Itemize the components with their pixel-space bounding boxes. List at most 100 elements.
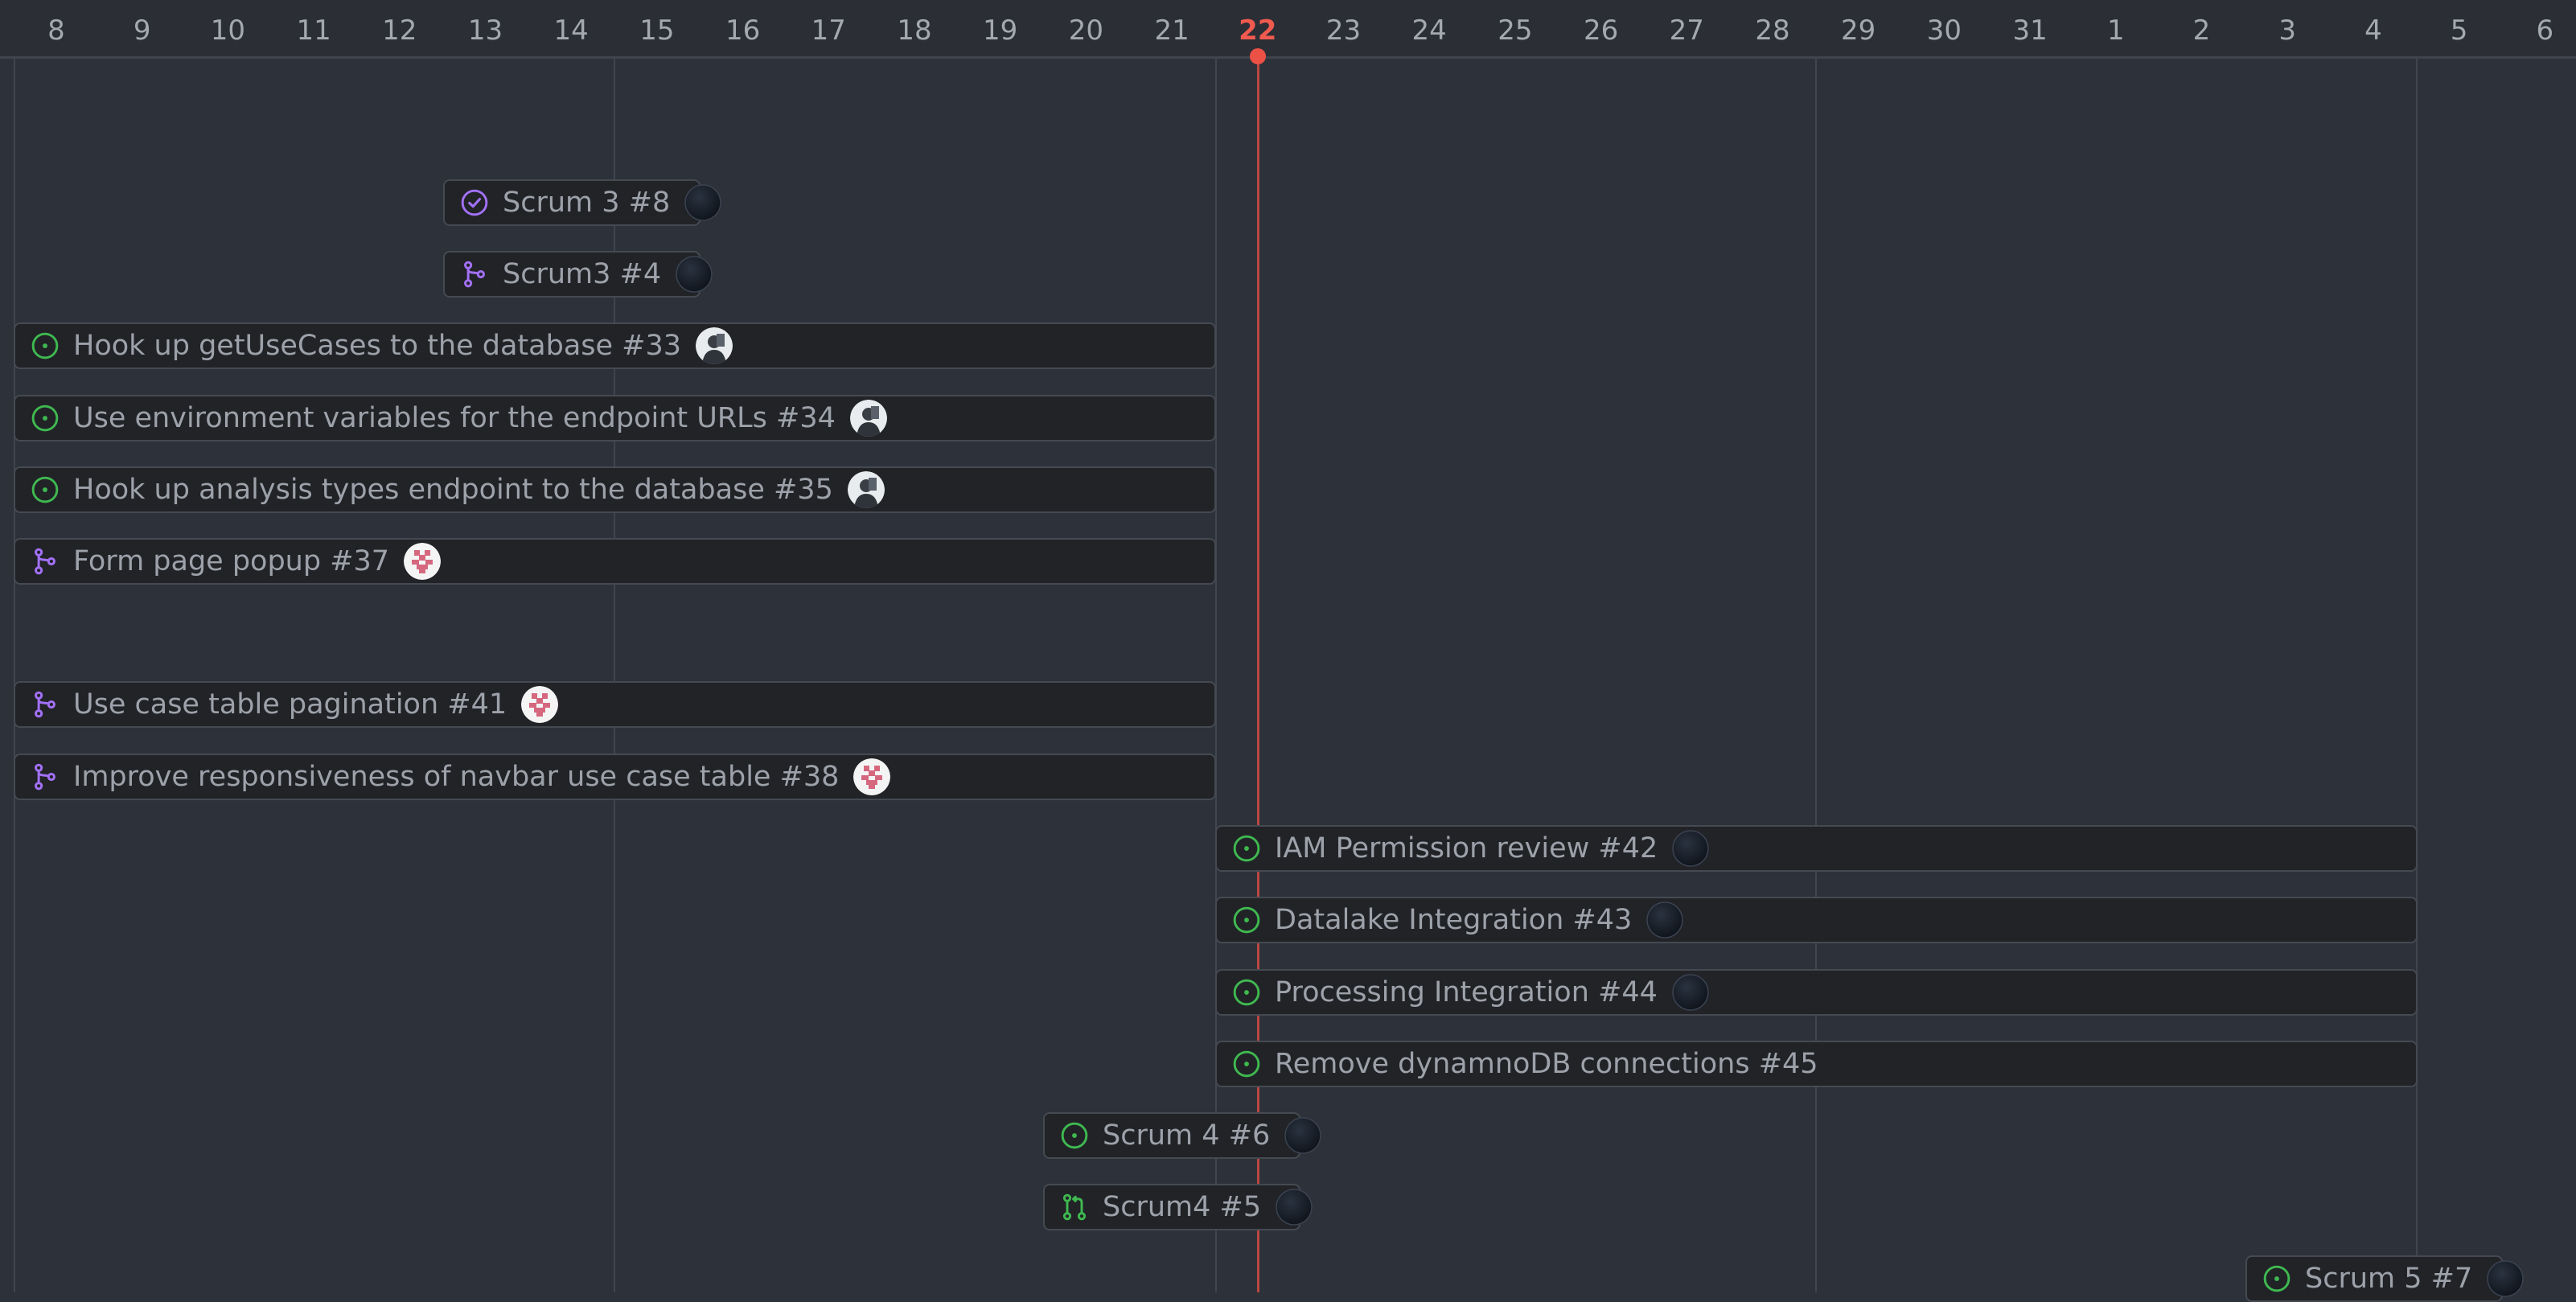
timeline-item-content: Use case table pagination #41 [30,683,559,726]
assignee-avatar[interactable] [1284,1117,1321,1154]
open-issue-icon [1059,1120,1090,1151]
assignee-avatar[interactable] [696,327,733,364]
day-label: 10 [210,14,246,47]
timeline-item[interactable]: Hook up getUseCases to the database #33 [14,322,1216,369]
timeline-item-content: Improve responsiveness of navbar use cas… [30,755,891,799]
timeline-item[interactable]: Use environment variables for the endpoi… [14,395,1216,442]
day-label: 29 [1841,14,1876,47]
assignee-avatar[interactable] [849,400,887,437]
timeline-item-title: Form page popup #37 [73,545,390,577]
day-label: 30 [1926,14,1962,47]
timeline-item-title: Hook up analysis types endpoint to the d… [73,474,833,506]
week-separator [2416,59,2418,1292]
open-issue-icon [30,474,60,505]
timeline-item-title: Scrum 5 #7 [2305,1263,2473,1295]
timeline-item-title: Scrum4 #5 [1103,1191,1262,1223]
timeline-item[interactable]: Datalake Integration #43 [1215,897,2418,943]
assignee-avatar[interactable] [521,686,559,723]
open-issue-icon [2262,1263,2292,1294]
day-label: 19 [983,14,1018,47]
day-label: 16 [725,14,761,47]
day-label: 27 [1669,14,1704,47]
pull-request-icon [1059,1192,1090,1222]
assignee-avatar[interactable] [853,758,891,795]
branch-icon [30,689,60,720]
day-label: 24 [1411,14,1447,47]
timeline-item-content: IAM Permission review #42 [1231,827,1709,870]
day-label: 1 [2106,14,2125,47]
timeline-item[interactable]: IAM Permission review #42 [1215,825,2418,872]
closed-check-icon [459,187,490,218]
day-label: 23 [1325,14,1362,47]
day-label: 28 [1755,14,1790,47]
today-marker-dot [1249,48,1266,64]
day-label: 31 [2012,14,2048,47]
day-label-today: 22 [1239,14,1277,47]
timeline-item-title: Use environment variables for the endpoi… [73,402,836,434]
day-label: 17 [811,14,846,47]
timeline-item-content: Form page popup #37 [30,540,442,583]
week-separator [14,59,15,1292]
day-label: 26 [1583,14,1619,47]
timeline-item-title: Datalake Integration #43 [1275,904,1633,936]
timeline-item[interactable]: Scrum4 #5 [1043,1184,1313,1230]
week-separator [1815,59,1817,1292]
day-label: 2 [2192,14,2211,47]
timeline-item-content: Scrum 5 #7 [2262,1257,2524,1300]
assignee-avatar[interactable] [1672,974,1709,1011]
timeline-item-content: Datalake Integration #43 [1231,898,1684,942]
assignee-avatar[interactable] [676,256,713,293]
week-separator [1215,59,1217,1292]
open-issue-icon [30,403,60,433]
day-label: 8 [47,14,65,47]
assignee-avatar[interactable] [1276,1189,1313,1226]
open-issue-icon [1231,833,1262,864]
day-label: 6 [2536,14,2554,47]
timeline-item-content: Processing Integration #44 [1231,971,1709,1014]
timeline-item-content: Hook up analysis types endpoint to the d… [30,468,885,511]
day-label: 20 [1068,14,1104,47]
assignee-avatar[interactable] [1672,830,1709,867]
timeline-item-title: Use case table pagination #41 [73,688,507,721]
timeline-item[interactable]: Improve responsiveness of navbar use cas… [14,754,1216,800]
assignee-avatar[interactable] [847,471,885,508]
timeline-item-content: Scrum 3 #8 [459,181,721,224]
branch-icon [459,259,490,290]
timeline-item[interactable]: Remove dynamnoDB connections #45 [1215,1041,2418,1087]
open-issue-icon [1231,977,1262,1008]
timeline-item-title: Improve responsiveness of navbar use cas… [73,761,840,793]
open-issue-icon [1231,1049,1262,1079]
timeline-item-content: Scrum 4 #6 [1059,1114,1321,1157]
day-label: 18 [897,14,932,47]
timeline-item[interactable]: Use case table pagination #41 [14,681,1216,728]
timeline-item[interactable]: Hook up analysis types endpoint to the d… [14,466,1216,513]
assignee-avatar[interactable] [2487,1260,2524,1297]
open-issue-icon [1231,905,1262,935]
timeline-item-title: Remove dynamnoDB connections #45 [1275,1048,1818,1080]
branch-icon [30,762,60,792]
branch-icon [30,546,60,577]
today-line [1256,56,1259,1292]
timeline-item-title: Scrum3 #4 [503,258,662,290]
timeline-item-content: Scrum3 #4 [459,253,713,296]
assignee-avatar[interactable] [684,184,721,221]
timeline-item[interactable]: Scrum 4 #6 [1043,1112,1321,1159]
day-label: 12 [382,14,417,47]
timeline-item[interactable]: Scrum 5 #7 [2245,1255,2524,1302]
day-label: 25 [1498,14,1533,47]
assignee-avatar[interactable] [404,543,442,580]
timeline-item[interactable]: Processing Integration #44 [1215,969,2418,1016]
open-issue-icon [30,331,60,361]
day-label: 9 [133,14,151,47]
day-label: 11 [296,14,331,47]
timeline-item-title: Processing Integration #44 [1275,976,1658,1008]
timeline-item[interactable]: Scrum 3 #8 [443,179,721,226]
timeline-item[interactable]: Form page popup #37 [14,538,1216,585]
assignee-avatar[interactable] [1646,902,1684,939]
timeline-item-title: IAM Permission review #42 [1275,832,1658,865]
timeline-item-title: Scrum 3 #8 [503,187,671,219]
day-label: 14 [553,14,589,47]
timeline-item-content: Scrum4 #5 [1059,1185,1313,1229]
timeline-item[interactable]: Scrum3 #4 [443,251,713,298]
timeline-item-content: Use environment variables for the endpoi… [30,396,887,440]
